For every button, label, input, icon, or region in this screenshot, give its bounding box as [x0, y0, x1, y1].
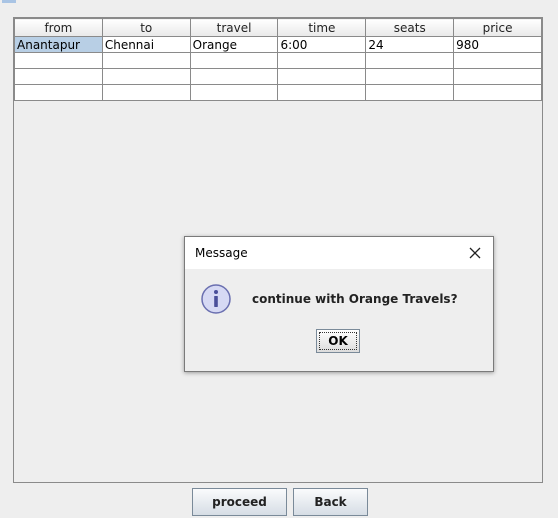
table-cell[interactable] [101, 84, 191, 101]
dialog-title-bar[interactable]: Message [185, 237, 493, 269]
table-cell[interactable]: Chennai [101, 36, 191, 53]
close-icon[interactable] [465, 243, 485, 263]
table-cell[interactable] [189, 84, 279, 101]
table-cell[interactable]: 980 [453, 36, 542, 53]
table-cell[interactable] [14, 52, 103, 69]
table-row[interactable] [14, 52, 542, 69]
table-cell[interactable] [189, 52, 279, 69]
column-header-seats[interactable]: seats [365, 18, 455, 37]
table-cell[interactable] [365, 52, 455, 69]
table-cell[interactable] [189, 68, 279, 85]
message-dialog: Message continue with Orange Travels? OK [184, 236, 494, 372]
back-button[interactable]: Back [293, 488, 368, 516]
table-cell[interactable] [14, 84, 103, 101]
ok-button-label: OK [319, 332, 357, 350]
table-row[interactable] [14, 84, 542, 101]
column-header-time[interactable]: time [277, 18, 367, 37]
table-cell[interactable] [365, 84, 455, 101]
column-header-price[interactable]: price [453, 18, 542, 37]
proceed-button[interactable]: proceed [192, 488, 287, 516]
table-cell[interactable]: Orange [189, 36, 279, 53]
table-cell[interactable] [14, 68, 103, 85]
column-header-from[interactable]: from [14, 18, 103, 37]
table-cell[interactable] [453, 68, 542, 85]
table-cell[interactable] [277, 52, 367, 69]
table-cell[interactable]: Anantapur [14, 36, 103, 53]
table-cell[interactable] [277, 84, 367, 101]
table-cell[interactable] [453, 52, 542, 69]
dialog-message: continue with Orange Travels? [252, 292, 458, 306]
table-row[interactable]: Anantapur Chennai Orange 6:00 24 980 [14, 36, 542, 53]
table-cell[interactable] [453, 84, 542, 101]
table-row[interactable] [14, 68, 542, 85]
table-header-row: from to travel time seats price [14, 18, 542, 37]
window-icon [2, 0, 16, 3]
table-cell[interactable] [365, 68, 455, 85]
table-cell[interactable]: 6:00 [277, 36, 367, 53]
bus-table: from to travel time seats price Anantapu… [14, 18, 542, 101]
table-cell[interactable] [101, 68, 191, 85]
ok-button[interactable]: OK [316, 329, 360, 353]
column-header-travel[interactable]: travel [189, 18, 279, 37]
information-icon [200, 283, 232, 318]
column-header-to[interactable]: to [101, 18, 191, 37]
table-cell[interactable]: 24 [365, 36, 455, 53]
table-cell[interactable] [101, 52, 191, 69]
table-cell[interactable] [277, 68, 367, 85]
dialog-title: Message [195, 246, 248, 260]
